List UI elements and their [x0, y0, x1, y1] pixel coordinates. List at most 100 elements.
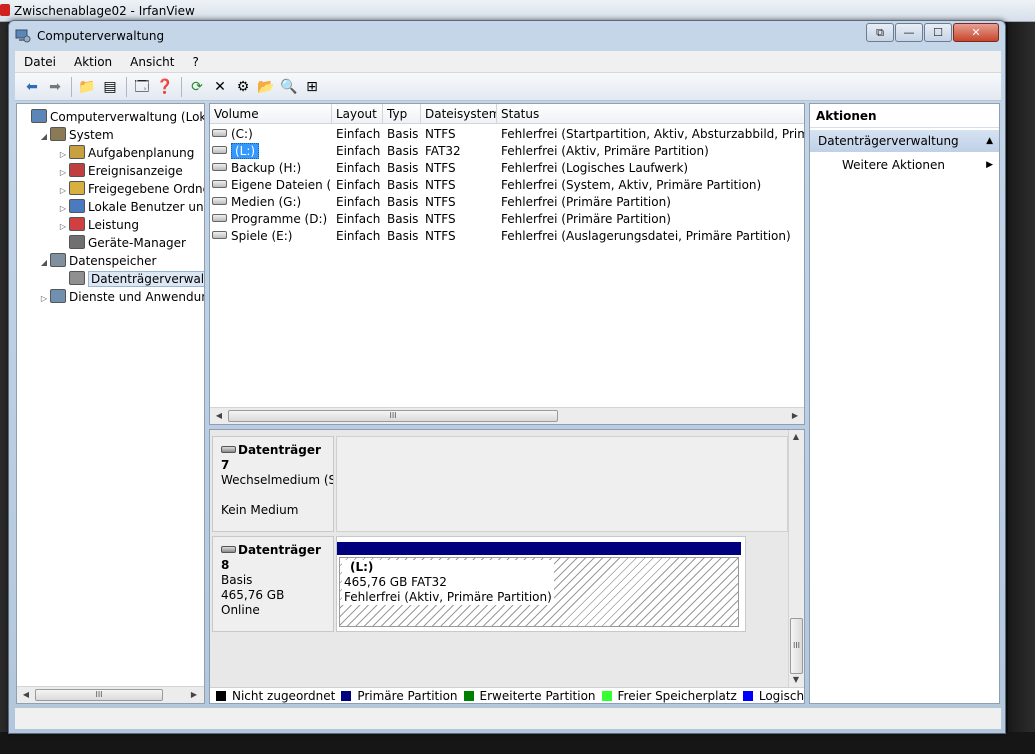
tree-item[interactable]: Computerverwaltung (Lokal): [19, 108, 204, 126]
disk8-label[interactable]: Datenträger 8 Basis 465,76 GB Online: [212, 536, 334, 632]
tree-item-label: Leistung: [88, 218, 139, 232]
status-bar: [15, 707, 1001, 729]
collapse-icon[interactable]: ▲: [986, 130, 993, 152]
scroll-left-icon[interactable]: ◀: [19, 688, 33, 702]
computer-management-icon: [15, 29, 31, 43]
volume-row[interactable]: Programme (D:) Einfach Basis NTFS Fehlerfrei…: [210, 211, 804, 228]
dateisystem-cell: NTFS: [425, 229, 456, 243]
legend-item-logical: Logisches Laufwerk: [742, 689, 804, 703]
menu-help[interactable]: ?: [183, 52, 207, 72]
disk-scroll-thumb[interactable]: III: [790, 618, 803, 674]
more-actions-item[interactable]: Weitere Aktionen ▶: [810, 155, 999, 175]
forward-icon[interactable]: ➡: [44, 76, 66, 98]
volume-list: Volume Layout Typ Dateisystem Status (C:…: [209, 103, 805, 425]
expand-toggle-icon[interactable]: ◢: [38, 254, 50, 272]
menu-datei[interactable]: Datei: [15, 52, 65, 72]
search-icon[interactable]: 🔍: [278, 76, 300, 98]
legend-label: Nicht zugeordnet: [232, 689, 336, 703]
volume-row[interactable]: Spiele (E:) Einfach Basis NTFS Fehlerfrei (A…: [210, 228, 804, 245]
volume-name: Spiele (E:): [231, 229, 293, 243]
tree-scroll-thumb[interactable]: III: [35, 689, 163, 701]
partition-l[interactable]: (L:) 465,76 GB FAT32 Fehlerfrei (Aktiv, …: [339, 557, 739, 627]
disk8-size: 465,76 GB: [221, 588, 285, 602]
show-tree-icon[interactable]: ▤: [99, 76, 121, 98]
open-icon[interactable]: 📂: [255, 76, 277, 98]
menu-ansicht[interactable]: Ansicht: [121, 52, 183, 72]
layout-cell: Einfach: [336, 178, 381, 192]
tree-item[interactable]: ▷ Aufgabenplanung: [57, 144, 194, 162]
volume-row[interactable]: (C:) Einfach Basis NTFS Fehlerfrei (Startpar…: [210, 126, 804, 143]
scroll-right-icon[interactable]: ▶: [187, 688, 201, 702]
volume-horizontal-scrollbar[interactable]: ◀ III ▶: [210, 407, 804, 424]
expand-toggle-icon[interactable]: ◢: [38, 128, 50, 146]
layout-cell: Einfach: [336, 161, 381, 175]
volume-row[interactable]: Backup (H:) Einfach Basis NTFS Fehlerfrei (L…: [210, 160, 804, 177]
minimize-icon: —: [903, 26, 915, 39]
tree-item[interactable]: Geräte-Manager: [57, 234, 186, 252]
tree-horizontal-scrollbar[interactable]: ◀ III ▶: [17, 686, 204, 703]
menu-aktion[interactable]: Aktion: [65, 52, 121, 72]
irfanview-app-icon: [0, 4, 10, 16]
column-header-typ[interactable]: Typ: [383, 104, 421, 124]
typ-cell: Basis: [387, 127, 419, 141]
wizard-icon[interactable]: ⊞: [301, 76, 323, 98]
minimize-button[interactable]: —: [895, 23, 923, 42]
actions-pane: Aktionen Datenträgerverwaltung ▲ Weitere…: [809, 103, 1000, 704]
volume-row[interactable]: (L:) Einfach Basis FAT32 Fehlerfrei (Aktiv, …: [210, 143, 804, 160]
primary-partition-bar: [337, 542, 741, 555]
actions-section-disk-management[interactable]: Datenträgerverwaltung ▲: [810, 130, 999, 152]
tree-item[interactable]: ▷ Dienste und Anwendungen: [38, 288, 204, 308]
volume-cell: (C:): [212, 126, 330, 143]
status-cell: Fehlerfrei (Aktiv, Primäre Partition): [501, 144, 709, 158]
scroll-up-icon[interactable]: ▲: [789, 430, 803, 444]
layout-cell: Einfach: [336, 144, 381, 158]
disk7-type: Wechselmedium (S:: [221, 473, 333, 487]
status-cell: Fehlerfrei (System, Aktiv, Primäre Parti…: [501, 178, 762, 192]
layout-cell: Einfach: [336, 195, 381, 209]
disk8-partition-area: (L:) 465,76 GB FAT32 Fehlerfrei (Aktiv, …: [336, 536, 746, 632]
refresh-icon[interactable]: ⟳: [186, 76, 208, 98]
close-button[interactable]: ✕: [953, 23, 999, 42]
column-header-dateisystem[interactable]: Dateisystem: [421, 104, 497, 124]
delete-icon[interactable]: ✕: [209, 76, 231, 98]
drive-icon: [212, 146, 227, 154]
volume-name: (C:): [231, 127, 253, 141]
volume-cell: Programme (D:): [212, 211, 330, 228]
restore-window-button[interactable]: ⧉: [866, 23, 894, 42]
column-header-layout[interactable]: Layout: [332, 104, 383, 124]
tree-item[interactable]: ▷Lokale Benutzer und Gru: [57, 198, 204, 216]
disk-vertical-scrollbar[interactable]: ▲ III ▼: [788, 430, 804, 687]
removable-disk-icon: [221, 446, 236, 453]
scroll-left-icon[interactable]: ◀: [212, 409, 226, 423]
expand-toggle-icon[interactable]: ▷: [38, 290, 50, 308]
tools-icon: [50, 127, 66, 141]
tree-item[interactable]: ◢ System: [38, 126, 114, 144]
tree-item[interactable]: ◢ Datenspeicher: [38, 252, 156, 270]
legend-swatch: [341, 691, 352, 701]
tree-item[interactable]: Datenträgerverwaltung: [57, 270, 204, 288]
column-header-status[interactable]: Status: [497, 104, 804, 124]
typ-cell: Basis: [387, 178, 419, 192]
volume-row[interactable]: Medien (G:) Einfach Basis NTFS Fehlerfrei (P…: [210, 194, 804, 211]
volume-row[interactable]: Eigene Dateien (F:) Einfach Basis NTFS Fehle…: [210, 177, 804, 194]
scroll-right-icon[interactable]: ▶: [788, 409, 802, 423]
disk8-status: Online: [221, 603, 260, 617]
up-folder-icon[interactable]: 📁: [76, 76, 98, 98]
volume-scroll-thumb[interactable]: III: [228, 410, 558, 422]
maximize-button[interactable]: ☐: [924, 23, 952, 42]
properties-icon[interactable]: 🗔: [131, 76, 153, 98]
maximize-icon: ☐: [933, 26, 943, 39]
disk7-label[interactable]: Datenträger 7 Wechselmedium (S: Kein Med…: [212, 436, 334, 532]
scroll-down-icon[interactable]: ▼: [789, 673, 803, 687]
tree-item[interactable]: ▷ Leistung: [57, 216, 139, 234]
typ-cell: Basis: [387, 161, 419, 175]
tree-item[interactable]: ▷ Freigegebene Ordner: [57, 180, 204, 198]
window-titlebar[interactable]: Computerverwaltung: [15, 27, 865, 47]
disk7-empty-area: [336, 436, 788, 532]
submenu-arrow-icon: ▶: [986, 160, 993, 170]
settings-icon[interactable]: ⚙: [232, 76, 254, 98]
back-icon[interactable]: ⬅: [21, 76, 43, 98]
help-icon[interactable]: ❓: [154, 76, 176, 98]
tree-item[interactable]: ▷ Ereignisanzeige: [57, 162, 183, 180]
column-header-volume[interactable]: Volume: [210, 104, 332, 124]
